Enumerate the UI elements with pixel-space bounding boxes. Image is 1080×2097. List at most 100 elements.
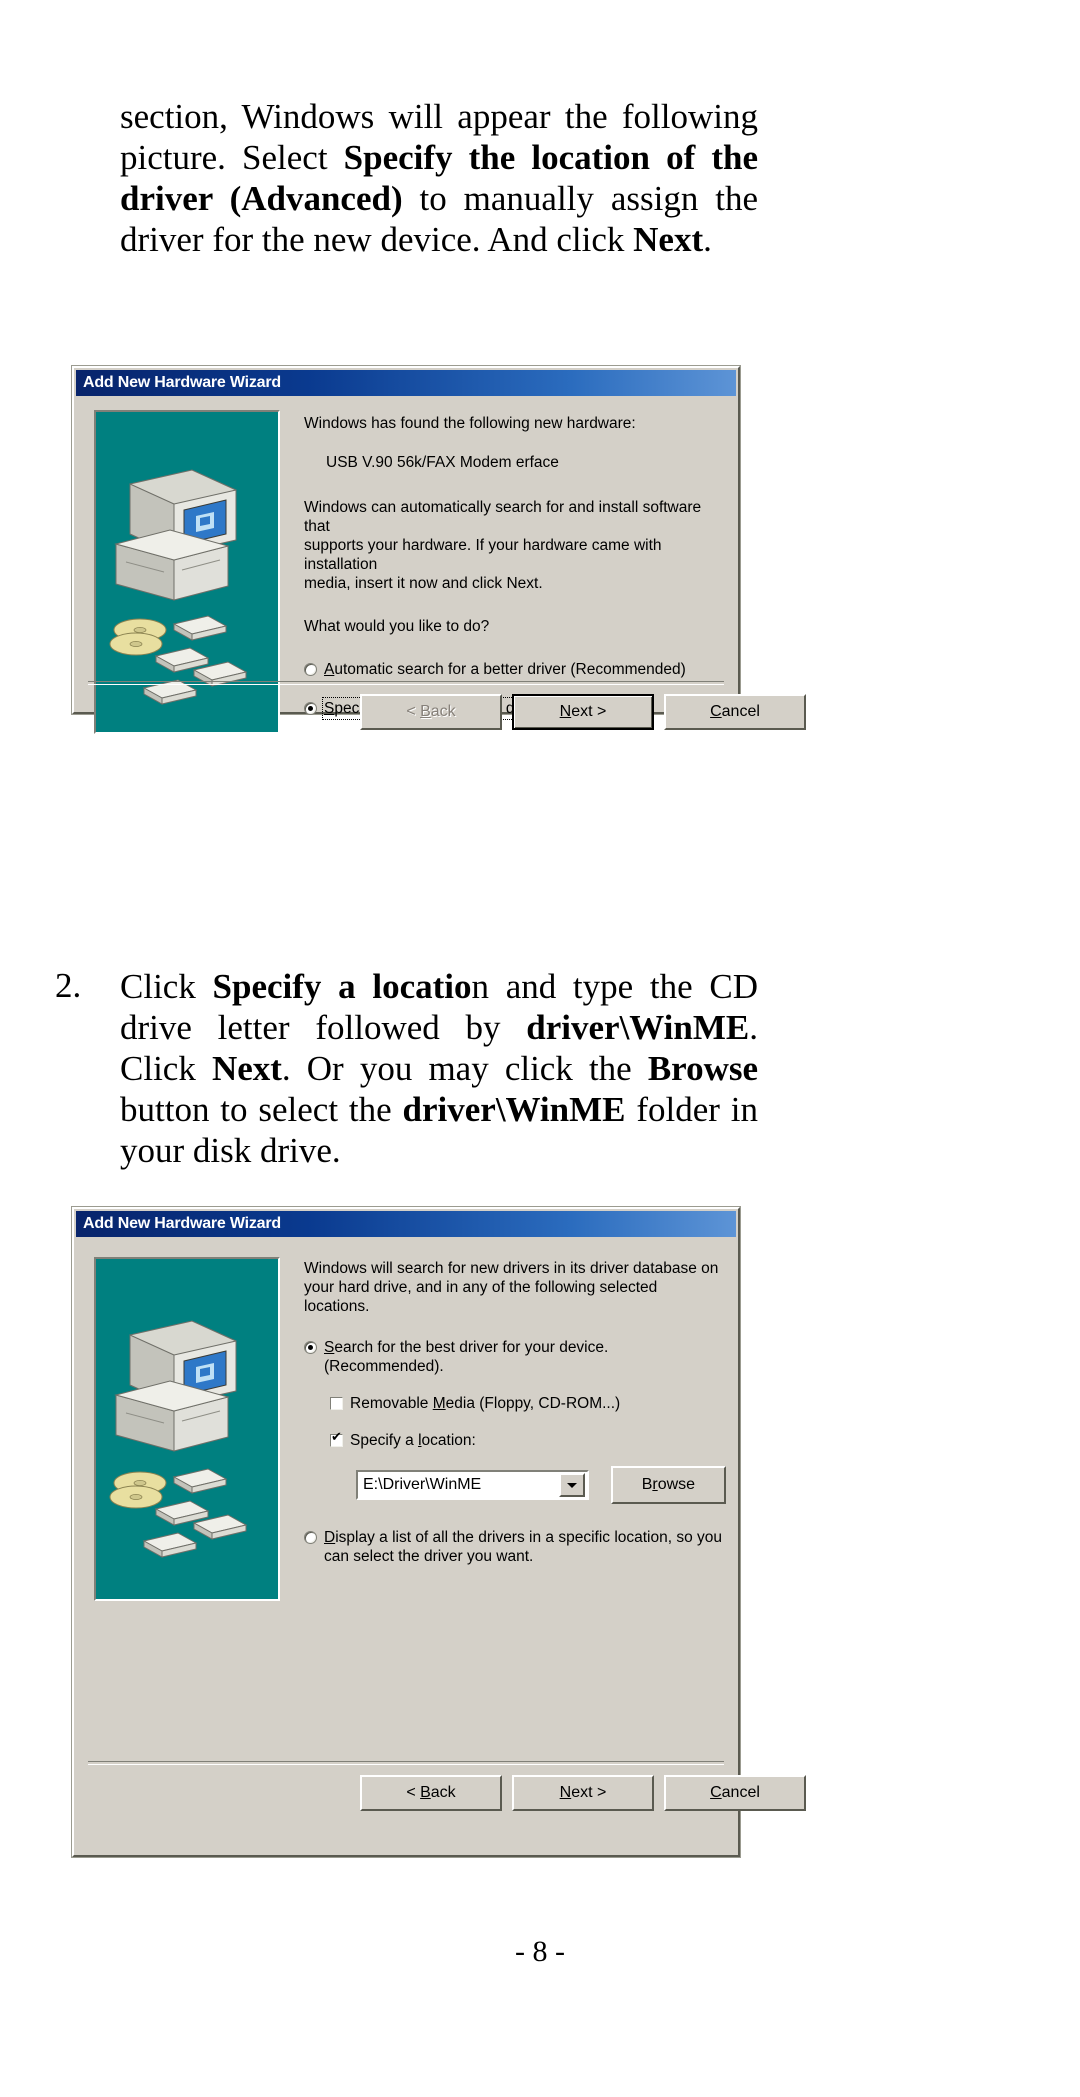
dialog-1-device-name: USB V.90 56k/FAX Modem erface	[326, 454, 559, 471]
checkbox-specify-location-indicator[interactable]	[330, 1431, 343, 1447]
checkbox-removable-media-label: Removable Media (Floppy, CD-ROM...)	[350, 1394, 620, 1413]
accelerator-letter: M	[432, 1395, 446, 1412]
dialog-1-question: What would you like to do?	[304, 618, 490, 635]
text-run-bold: Browse	[647, 1049, 759, 1088]
label-prefix: B	[641, 1476, 653, 1493]
paragraph-2-line-3: Click Next. Or you may click the Browse	[120, 1048, 758, 1089]
accelerator-letter: B	[420, 1784, 431, 1801]
computer-and-media-illustration	[109, 1320, 248, 1558]
text-run: section, Windows will appear the followi…	[120, 97, 758, 136]
radio-display-list-indicator[interactable]	[304, 1531, 317, 1544]
accelerator-letter: C	[710, 703, 722, 720]
accelerator-letter: N	[559, 1784, 572, 1801]
text-run: folder in	[625, 1090, 759, 1129]
dialog-1-titlebar[interactable]: Add New Hardware Wizard	[76, 370, 736, 396]
text-run: drive letter followed by	[120, 1008, 527, 1047]
paragraph-step-2: Click Specify a location and type the CD…	[120, 966, 758, 1171]
label-suffix: ack	[430, 703, 456, 720]
location-combobox[interactable]: E:\Driver\WinME	[356, 1470, 589, 1500]
text-run-bold: Specify a locatio	[212, 967, 472, 1006]
radio-display-list-label: Display a list of all the drivers in a s…	[324, 1528, 722, 1566]
text-run: Click	[120, 967, 213, 1006]
label-prefix: <	[406, 1784, 421, 1801]
radio-display-line-2: can select the driver you want.	[324, 1548, 534, 1565]
add-new-hardware-wizard-dialog-1[interactable]: Add New Hardware Wizard Windows has foun…	[72, 366, 806, 734]
checkbox-removable-media-indicator[interactable]	[330, 1397, 343, 1410]
next-button-label: Next >	[560, 703, 607, 721]
text-run: n and type the CD	[471, 967, 758, 1006]
radio-display-line-1: Display a list of all the drivers in a s…	[324, 1529, 722, 1546]
label-prefix: <	[406, 703, 421, 720]
text-run-bold: driver\WinME	[526, 1008, 750, 1047]
text-run-bold: Specify the location of the	[343, 138, 758, 177]
wizard-illustration-1	[94, 410, 280, 734]
label-text: utomatic search for a better driver (Rec…	[334, 661, 686, 678]
label-prefix: Removable	[350, 1395, 433, 1412]
text-run-bold: driver (Advanced)	[120, 179, 403, 218]
back-button-label: < Back	[406, 1784, 455, 1802]
dialog-2-description-line-2: your hard drive, and in any of the follo…	[304, 1279, 658, 1315]
dialog-2-button-row: < Back Next > Cancel	[360, 1775, 806, 1811]
wizard-illustration-2	[94, 1257, 280, 1601]
checkbox-specify-location[interactable]: Specify a location:	[330, 1431, 726, 1450]
radio-automatic-search-label: Automatic search for a better driver (Re…	[324, 660, 686, 679]
dialog-1-description: Windows can automatically search for and…	[304, 498, 726, 593]
back-button[interactable]: < Back	[360, 1775, 502, 1811]
radio-search-best-driver-label: Search for the best driver for your devi…	[324, 1338, 608, 1376]
browse-button-label: Browse	[642, 1476, 695, 1494]
radio-search-best-driver[interactable]: Search for the best driver for your devi…	[304, 1338, 726, 1376]
cancel-button-label: Cancel	[710, 1784, 760, 1802]
radio-search-best-driver-indicator[interactable]	[304, 1341, 317, 1354]
dialog-2-description: Windows will search for new drivers in i…	[304, 1259, 726, 1316]
dialog-2-description-line-1: Windows will search for new drivers in i…	[304, 1260, 719, 1277]
paragraph-intro-line-1: section, Windows will appear the followi…	[120, 96, 758, 137]
add-new-hardware-wizard-dialog-2[interactable]: Add New Hardware Wizard Windows will sea…	[72, 1207, 806, 1857]
dialog-1-heading: Windows has found the following new hard…	[304, 415, 636, 432]
location-input[interactable]: E:\Driver\WinME	[358, 1476, 559, 1494]
page-number: - 8 -	[0, 1935, 1080, 1969]
accelerator-letter: S	[324, 1339, 335, 1356]
text-run: your disk drive.	[120, 1131, 341, 1170]
radio-display-list[interactable]: Display a list of all the drivers in a s…	[304, 1528, 726, 1566]
checkbox-removable-media[interactable]: Removable Media (Floppy, CD-ROM...)	[330, 1394, 726, 1413]
dialog-2-separator	[88, 1761, 724, 1765]
accelerator-letter: B	[420, 703, 431, 720]
cancel-button[interactable]: Cancel	[664, 1775, 806, 1811]
text-run: .	[749, 1008, 758, 1047]
label-suffix: owse	[657, 1476, 696, 1493]
browse-button[interactable]: Browse	[610, 1466, 726, 1504]
dialog-1-title: Add New Hardware Wizard	[83, 374, 281, 391]
radio-search-line-2: (Recommended).	[324, 1358, 444, 1375]
paragraph-2-line-2: drive letter followed by driver\WinME.	[120, 1007, 758, 1048]
text-run: picture. Select	[120, 138, 344, 177]
dialog-2-titlebar[interactable]: Add New Hardware Wizard	[76, 1211, 736, 1237]
cancel-button-label: Cancel	[710, 703, 760, 721]
dialog-2-content: Windows will search for new drivers in i…	[304, 1259, 726, 1566]
label-suffix: ext >	[571, 703, 607, 720]
accelerator-letter: C	[710, 1784, 722, 1801]
dialog-1-description-line-2: supports your hardware. If your hardware…	[304, 537, 662, 573]
next-button[interactable]: Next >	[512, 1775, 654, 1811]
label-text: isplay a list of all the drivers in a sp…	[335, 1529, 723, 1546]
radio-specify-location-indicator[interactable]	[304, 702, 317, 715]
back-button[interactable]: < Back	[360, 694, 502, 730]
paragraph-2-number: 2.	[55, 966, 82, 1005]
label-text: earch for the best driver for your devic…	[334, 1339, 609, 1356]
accelerator-letter: N	[559, 703, 572, 720]
paragraph-intro-line-2: picture. Select Specify the location of …	[120, 137, 758, 178]
radio-automatic-search-indicator[interactable]	[304, 663, 317, 676]
dialog-1-content: Windows has found the following new hard…	[304, 410, 726, 720]
cancel-button[interactable]: Cancel	[664, 694, 806, 730]
back-button-label: < Back	[406, 703, 455, 721]
radio-automatic-search[interactable]: Automatic search for a better driver (Re…	[304, 660, 726, 679]
label-suffix: ancel	[721, 703, 760, 720]
label-suffix: ancel	[721, 1784, 760, 1801]
label-prefix: Specify a	[350, 1432, 419, 1449]
chevron-down-icon[interactable]	[558, 1473, 585, 1497]
text-run-bold: Next	[211, 1049, 282, 1088]
text-run: driver for the new device. And click	[120, 220, 634, 259]
next-button[interactable]: Next >	[512, 694, 654, 730]
label-suffix: ext >	[571, 1784, 607, 1801]
chevron-down-glyph	[566, 1482, 577, 1488]
paragraph-2-line-5: your disk drive.	[120, 1130, 758, 1171]
